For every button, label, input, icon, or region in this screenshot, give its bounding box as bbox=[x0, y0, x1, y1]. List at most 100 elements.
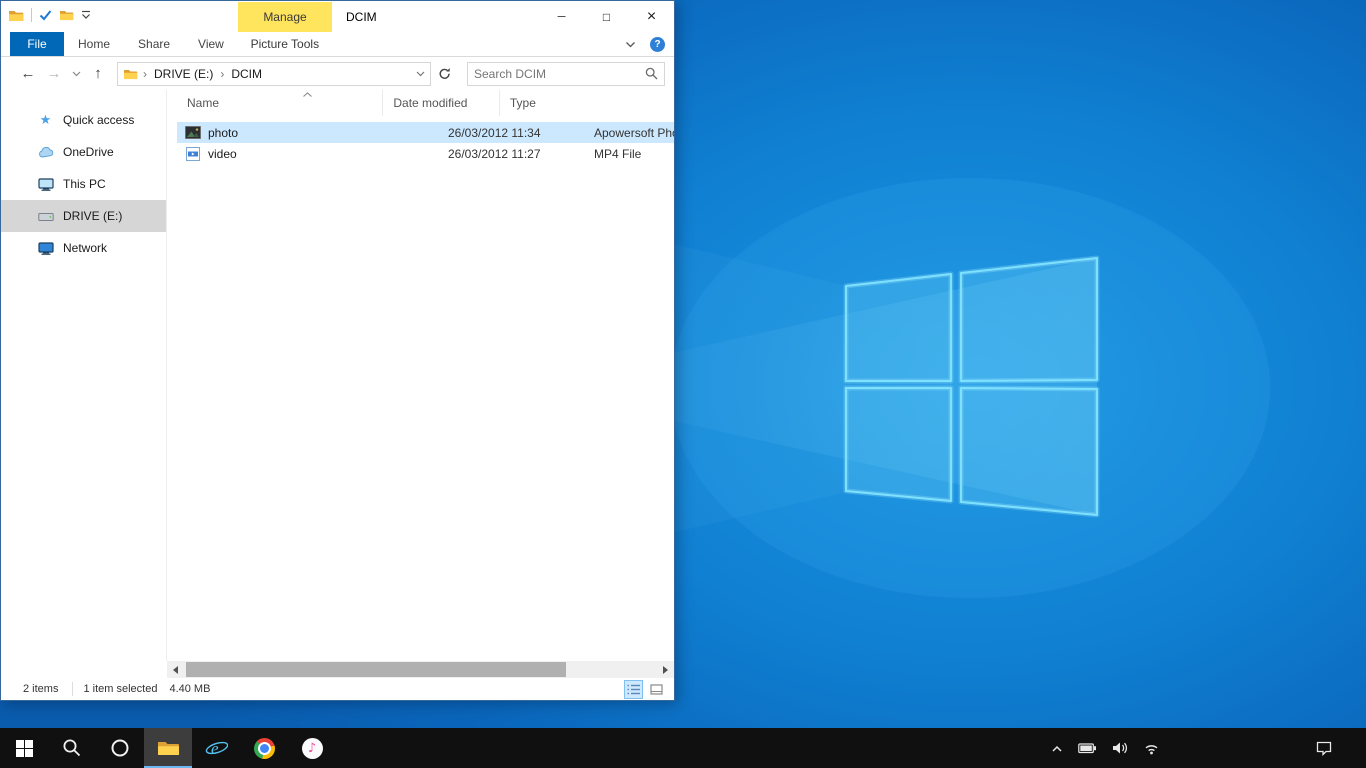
status-bar: 2 items 1 item selected 4.40 MB bbox=[1, 678, 674, 700]
folder-icon bbox=[157, 739, 180, 757]
sidebar-item-label: DRIVE (E:) bbox=[63, 209, 122, 223]
qat-separator bbox=[31, 8, 32, 22]
desktop: Manage DCIM ─ □ × File Home Share View P… bbox=[0, 0, 1366, 768]
contextual-tab-manage[interactable]: Manage bbox=[238, 2, 332, 32]
music-note-icon: ♪ bbox=[302, 738, 323, 759]
file-type: MP4 File bbox=[584, 147, 674, 161]
svg-text:e: e bbox=[211, 739, 219, 758]
tab-share[interactable]: Share bbox=[124, 32, 184, 56]
monitor-icon bbox=[37, 177, 54, 191]
itunes-button[interactable]: ♪ bbox=[288, 728, 336, 768]
navigation-pane: ★ Quick access OneDrive This PC bbox=[1, 90, 167, 661]
refresh-button[interactable] bbox=[433, 62, 455, 86]
cortana-button[interactable] bbox=[96, 728, 144, 768]
thumbnails-view-button[interactable] bbox=[647, 680, 666, 699]
sidebar-item-label: Network bbox=[63, 241, 107, 255]
maximize-button[interactable]: □ bbox=[584, 1, 629, 32]
window-title: DCIM bbox=[346, 1, 377, 32]
internet-explorer-button[interactable]: e bbox=[192, 728, 240, 768]
sidebar-item-drive-e[interactable]: DRIVE (E:) bbox=[1, 200, 166, 232]
back-button[interactable]: ← bbox=[15, 61, 41, 87]
details-view-button[interactable] bbox=[624, 680, 643, 699]
file-name: video bbox=[208, 147, 237, 161]
search-box[interactable] bbox=[467, 62, 665, 86]
breadcrumb-separator: › bbox=[220, 67, 224, 81]
sidebar-item-label: This PC bbox=[63, 177, 106, 191]
circle-icon bbox=[110, 738, 130, 758]
photo-file-icon bbox=[185, 126, 201, 139]
battery-icon[interactable] bbox=[1078, 743, 1097, 754]
up-button[interactable]: ↑ bbox=[85, 61, 111, 87]
help-icon[interactable]: ? bbox=[650, 37, 665, 52]
selection-size: 4.40 MB bbox=[169, 683, 210, 695]
taskbar-search-button[interactable] bbox=[48, 728, 96, 768]
file-row-video[interactable]: video 26/03/2012 11:27 MP4 File bbox=[177, 143, 674, 164]
sidebar-item-label: OneDrive bbox=[63, 145, 114, 159]
chrome-button[interactable] bbox=[240, 728, 288, 768]
caption-buttons: ─ □ × bbox=[539, 1, 674, 32]
address-row: ← → ↑ › DRIVE (E:) › DCIM bbox=[1, 57, 674, 90]
taskbar-file-explorer-button[interactable] bbox=[144, 728, 192, 768]
scroll-right-arrow[interactable] bbox=[657, 661, 674, 678]
sidebar-item-network[interactable]: Network bbox=[1, 232, 166, 264]
file-explorer-window: Manage DCIM ─ □ × File Home Share View P… bbox=[0, 0, 675, 701]
tab-picture-tools[interactable]: Picture Tools bbox=[238, 32, 332, 56]
address-dropdown-chevron-icon[interactable] bbox=[416, 71, 425, 77]
minimize-button[interactable]: ─ bbox=[539, 1, 584, 32]
tab-home[interactable]: Home bbox=[64, 32, 124, 56]
folder-icon bbox=[123, 68, 138, 80]
search-icon[interactable] bbox=[645, 67, 658, 80]
items-count: 2 items bbox=[23, 683, 58, 695]
ie-icon: e bbox=[204, 736, 228, 760]
cloud-icon bbox=[37, 147, 54, 158]
address-bar[interactable]: › DRIVE (E:) › DCIM bbox=[117, 62, 431, 86]
magnifier-icon bbox=[62, 738, 82, 758]
column-headers: Name Date modified Type bbox=[167, 90, 674, 116]
horizontal-scrollbar[interactable] bbox=[167, 661, 674, 678]
search-input[interactable] bbox=[474, 67, 645, 81]
quick-access-toolbar bbox=[8, 8, 91, 22]
expand-ribbon-chevron-icon[interactable] bbox=[625, 41, 636, 48]
customize-qat-chevron-icon[interactable] bbox=[81, 10, 91, 20]
file-date-modified: 26/03/2012 11:27 bbox=[438, 147, 584, 161]
column-header-type[interactable]: Type bbox=[500, 90, 674, 116]
scrollbar-thumb[interactable] bbox=[186, 662, 566, 677]
folder-icon[interactable] bbox=[8, 9, 24, 22]
sidebar-item-this-pc[interactable]: This PC bbox=[1, 168, 166, 200]
action-center-icon[interactable] bbox=[1315, 740, 1333, 756]
ribbon-tab-row: File Home Share View Picture Tools ? bbox=[1, 32, 674, 57]
sidebar-item-label: Quick access bbox=[63, 113, 134, 127]
selection-count: 1 item selected bbox=[83, 683, 157, 695]
sidebar-item-onedrive[interactable]: OneDrive bbox=[1, 136, 166, 168]
video-file-icon bbox=[185, 147, 201, 161]
new-folder-icon[interactable] bbox=[59, 9, 74, 21]
main-area: ★ Quick access OneDrive This PC bbox=[1, 90, 674, 661]
star-icon: ★ bbox=[37, 112, 54, 128]
column-header-date-modified[interactable]: Date modified bbox=[383, 90, 500, 116]
start-button[interactable] bbox=[0, 728, 48, 768]
file-row-photo[interactable]: photo 26/03/2012 11:34 Apowersoft Pho bbox=[177, 122, 674, 143]
recent-locations-chevron-icon[interactable] bbox=[67, 71, 85, 77]
drive-icon bbox=[37, 210, 54, 222]
tab-file[interactable]: File bbox=[10, 32, 64, 56]
close-button[interactable]: × bbox=[629, 1, 674, 32]
tab-view[interactable]: View bbox=[184, 32, 238, 56]
breadcrumb-drive[interactable]: DRIVE (E:) bbox=[152, 67, 215, 81]
sidebar-item-quick-access[interactable]: ★ Quick access bbox=[1, 104, 166, 136]
chevron-up-icon[interactable] bbox=[1051, 744, 1063, 753]
system-tray bbox=[1051, 728, 1366, 768]
breadcrumb-dcim[interactable]: DCIM bbox=[229, 67, 264, 81]
wifi-icon[interactable] bbox=[1143, 742, 1160, 755]
windows-logo-icon bbox=[16, 740, 33, 757]
column-header-name[interactable]: Name bbox=[177, 90, 383, 116]
thumbnails-view-icon bbox=[650, 684, 663, 695]
checkmark-icon[interactable] bbox=[39, 9, 52, 21]
contextual-tab-label: Manage bbox=[263, 10, 306, 24]
title-bar: Manage DCIM ─ □ × bbox=[1, 1, 674, 32]
status-divider bbox=[72, 682, 73, 696]
scroll-left-arrow[interactable] bbox=[167, 661, 184, 678]
forward-button[interactable]: → bbox=[41, 61, 67, 87]
details-view-icon bbox=[627, 684, 640, 695]
speaker-icon[interactable] bbox=[1112, 741, 1128, 755]
taskbar: e ♪ bbox=[0, 728, 1366, 768]
